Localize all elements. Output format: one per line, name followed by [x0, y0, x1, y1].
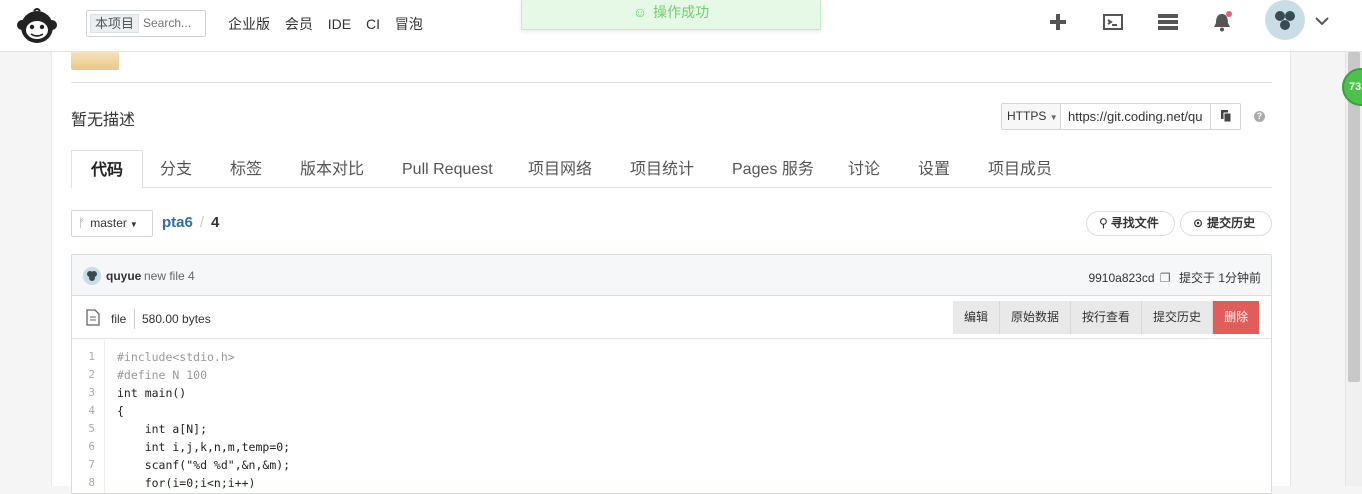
tab-members[interactable]: 项目成员: [988, 150, 1052, 188]
nav-ide[interactable]: IDE: [328, 16, 351, 32]
raw-button[interactable]: 原始数据: [1000, 301, 1072, 334]
file-actions: 编辑 原始数据 按行查看 提交历史 删除: [953, 301, 1260, 334]
tab-pull-request[interactable]: Pull Request: [402, 150, 493, 188]
repo-thumbnail: [71, 52, 119, 70]
server-icon[interactable]: [1157, 11, 1179, 33]
line-number[interactable]: 3: [88, 386, 95, 399]
nav-enterprise[interactable]: 企业版: [228, 16, 270, 32]
copy-icon: [1221, 110, 1232, 123]
line-number[interactable]: 6: [88, 440, 95, 453]
repo-description: 暂无描述: [71, 112, 136, 129]
code-view: 1 2 3 4 5 6 7 8 #include<stdio.h> #defin…: [72, 340, 1271, 493]
tab-compare[interactable]: 版本对比: [300, 150, 364, 188]
divider: [134, 309, 135, 329]
caret-down-icon: ▼: [129, 220, 138, 229]
page-scrollbar[interactable]: [1345, 52, 1362, 486]
file-type: file: [111, 312, 127, 326]
code-line: scanf("%d %d",&n,&m);: [117, 458, 291, 472]
search-input[interactable]: [143, 16, 203, 30]
commit-bar: quyue new file 4 9910a823cd ❐ 提交于 1分钟前: [72, 255, 1271, 296]
chevron-down-icon[interactable]: [1313, 12, 1331, 30]
success-toast: ☺ 操作成功: [521, 0, 821, 30]
commit-history-button[interactable]: ⊙ 提交历史: [1180, 211, 1272, 236]
search-scope-label[interactable]: 本项目: [90, 14, 140, 33]
clone-box: HTTPS ▼: [1001, 103, 1241, 130]
tab-tags[interactable]: 标签: [230, 150, 262, 188]
breadcrumb-sep: /: [199, 214, 205, 231]
bell-icon[interactable]: [1211, 11, 1233, 33]
edit-button[interactable]: 编辑: [953, 301, 1001, 334]
line-gutter: 1 2 3 4 5 6 7 8: [72, 340, 105, 493]
line-number[interactable]: 1: [88, 350, 95, 363]
breadcrumb-file: 4: [211, 214, 220, 231]
nav-ci[interactable]: CI: [366, 16, 380, 32]
clone-url-input[interactable]: [1062, 104, 1210, 129]
line-number[interactable]: 4: [88, 404, 95, 417]
project-search: 本项目: [86, 10, 206, 37]
blame-button[interactable]: 按行查看: [1071, 301, 1143, 334]
clone-protocol-select[interactable]: HTTPS ▼: [1002, 104, 1061, 129]
tab-code[interactable]: 代码: [71, 150, 144, 189]
find-file-label: 寻找文件: [1110, 216, 1159, 230]
tab-network[interactable]: 项目网络: [528, 150, 592, 188]
file-info-bar: file 580.00 bytes 编辑 原始数据 按行查看 提交历史 删除: [72, 297, 1271, 339]
code-line: int main(): [117, 386, 187, 400]
tab-pages[interactable]: Pages 服务: [732, 150, 814, 188]
history-button[interactable]: 提交历史: [1142, 301, 1214, 334]
avatar-icon: [87, 271, 97, 281]
file-size: 580.00 bytes: [142, 312, 211, 326]
file-box: quyue new file 4 9910a823cd ❐ 提交于 1分钟前 f…: [71, 254, 1272, 494]
top-navbar: 本项目 企业版 会员 IDE CI 冒泡 ☺ 操作成功: [0, 0, 1362, 52]
terminal-icon[interactable]: [1102, 11, 1124, 33]
commit-hash[interactable]: 9910a823cd: [1088, 271, 1154, 285]
find-file-button[interactable]: ⚲ 寻找文件: [1086, 211, 1175, 236]
tab-stats[interactable]: 项目统计: [630, 150, 694, 188]
clone-protocol-label: HTTPS: [1007, 109, 1047, 123]
code-line: for(i=0;i<n;i++): [117, 476, 256, 490]
branch-select[interactable]: ᚠ master ▼: [71, 210, 153, 237]
code-line: int a[N];: [117, 422, 208, 436]
commit-history-label: 提交历史: [1207, 216, 1256, 230]
nav-bubble[interactable]: 冒泡: [395, 16, 423, 32]
clock-icon: ⊙: [1193, 216, 1204, 230]
nav-member[interactable]: 会员: [285, 16, 313, 32]
top-nav: 企业版 会员 IDE CI 冒泡: [228, 14, 434, 34]
smile-icon: ☺: [632, 4, 648, 20]
commit-message[interactable]: new file 4: [144, 269, 195, 283]
line-number[interactable]: 5: [88, 422, 95, 435]
breadcrumb: pta6 / 4: [162, 214, 219, 231]
tab-settings[interactable]: 设置: [918, 150, 950, 188]
repo-panel: 暂无描述 HTTPS ▼ ? 代码 分支 标签 版本对比 Pull Reques…: [51, 52, 1291, 494]
tab-discussion[interactable]: 讨论: [848, 150, 880, 188]
divider: [71, 82, 1272, 83]
line-number[interactable]: 2: [88, 368, 95, 381]
monkey-logo-icon[interactable]: [14, 5, 60, 45]
code-line: #include<stdio.h>: [117, 350, 235, 364]
branch-icon: ᚠ: [78, 216, 86, 230]
user-avatar[interactable]: [1265, 0, 1305, 40]
avatar-icon: [1275, 11, 1295, 30]
commit-author[interactable]: quyue: [106, 269, 141, 283]
breadcrumb-repo[interactable]: pta6: [162, 214, 193, 231]
caret-down-icon: ▼: [1049, 113, 1058, 122]
code-line: int i,j,k,n,m,temp=0;: [117, 440, 291, 454]
commit-time: 提交于 1分钟前: [1178, 271, 1261, 285]
code-line: #define N 100: [117, 368, 208, 382]
commit-meta: 9910a823cd ❐ 提交于 1分钟前: [1088, 269, 1261, 286]
toast-text: 操作成功: [653, 4, 710, 20]
code-line: {: [117, 404, 124, 418]
commit-avatar[interactable]: [83, 267, 101, 285]
line-number[interactable]: 7: [88, 458, 95, 471]
plus-icon[interactable]: [1047, 11, 1069, 33]
search-icon: ⚲: [1099, 216, 1108, 230]
branch-label: master: [90, 216, 127, 230]
tab-branches[interactable]: 分支: [160, 150, 192, 188]
copy-button[interactable]: [1210, 104, 1240, 129]
copy-hash-icon[interactable]: ❐: [1160, 271, 1171, 285]
line-number[interactable]: 8: [88, 476, 95, 489]
delete-button[interactable]: 删除: [1213, 301, 1260, 334]
repo-tabs: 代码 分支 标签 版本对比 Pull Request 项目网络 项目统计 Pag…: [71, 150, 1272, 189]
help-icon[interactable]: ?: [1254, 111, 1265, 122]
file-icon: [86, 309, 100, 326]
